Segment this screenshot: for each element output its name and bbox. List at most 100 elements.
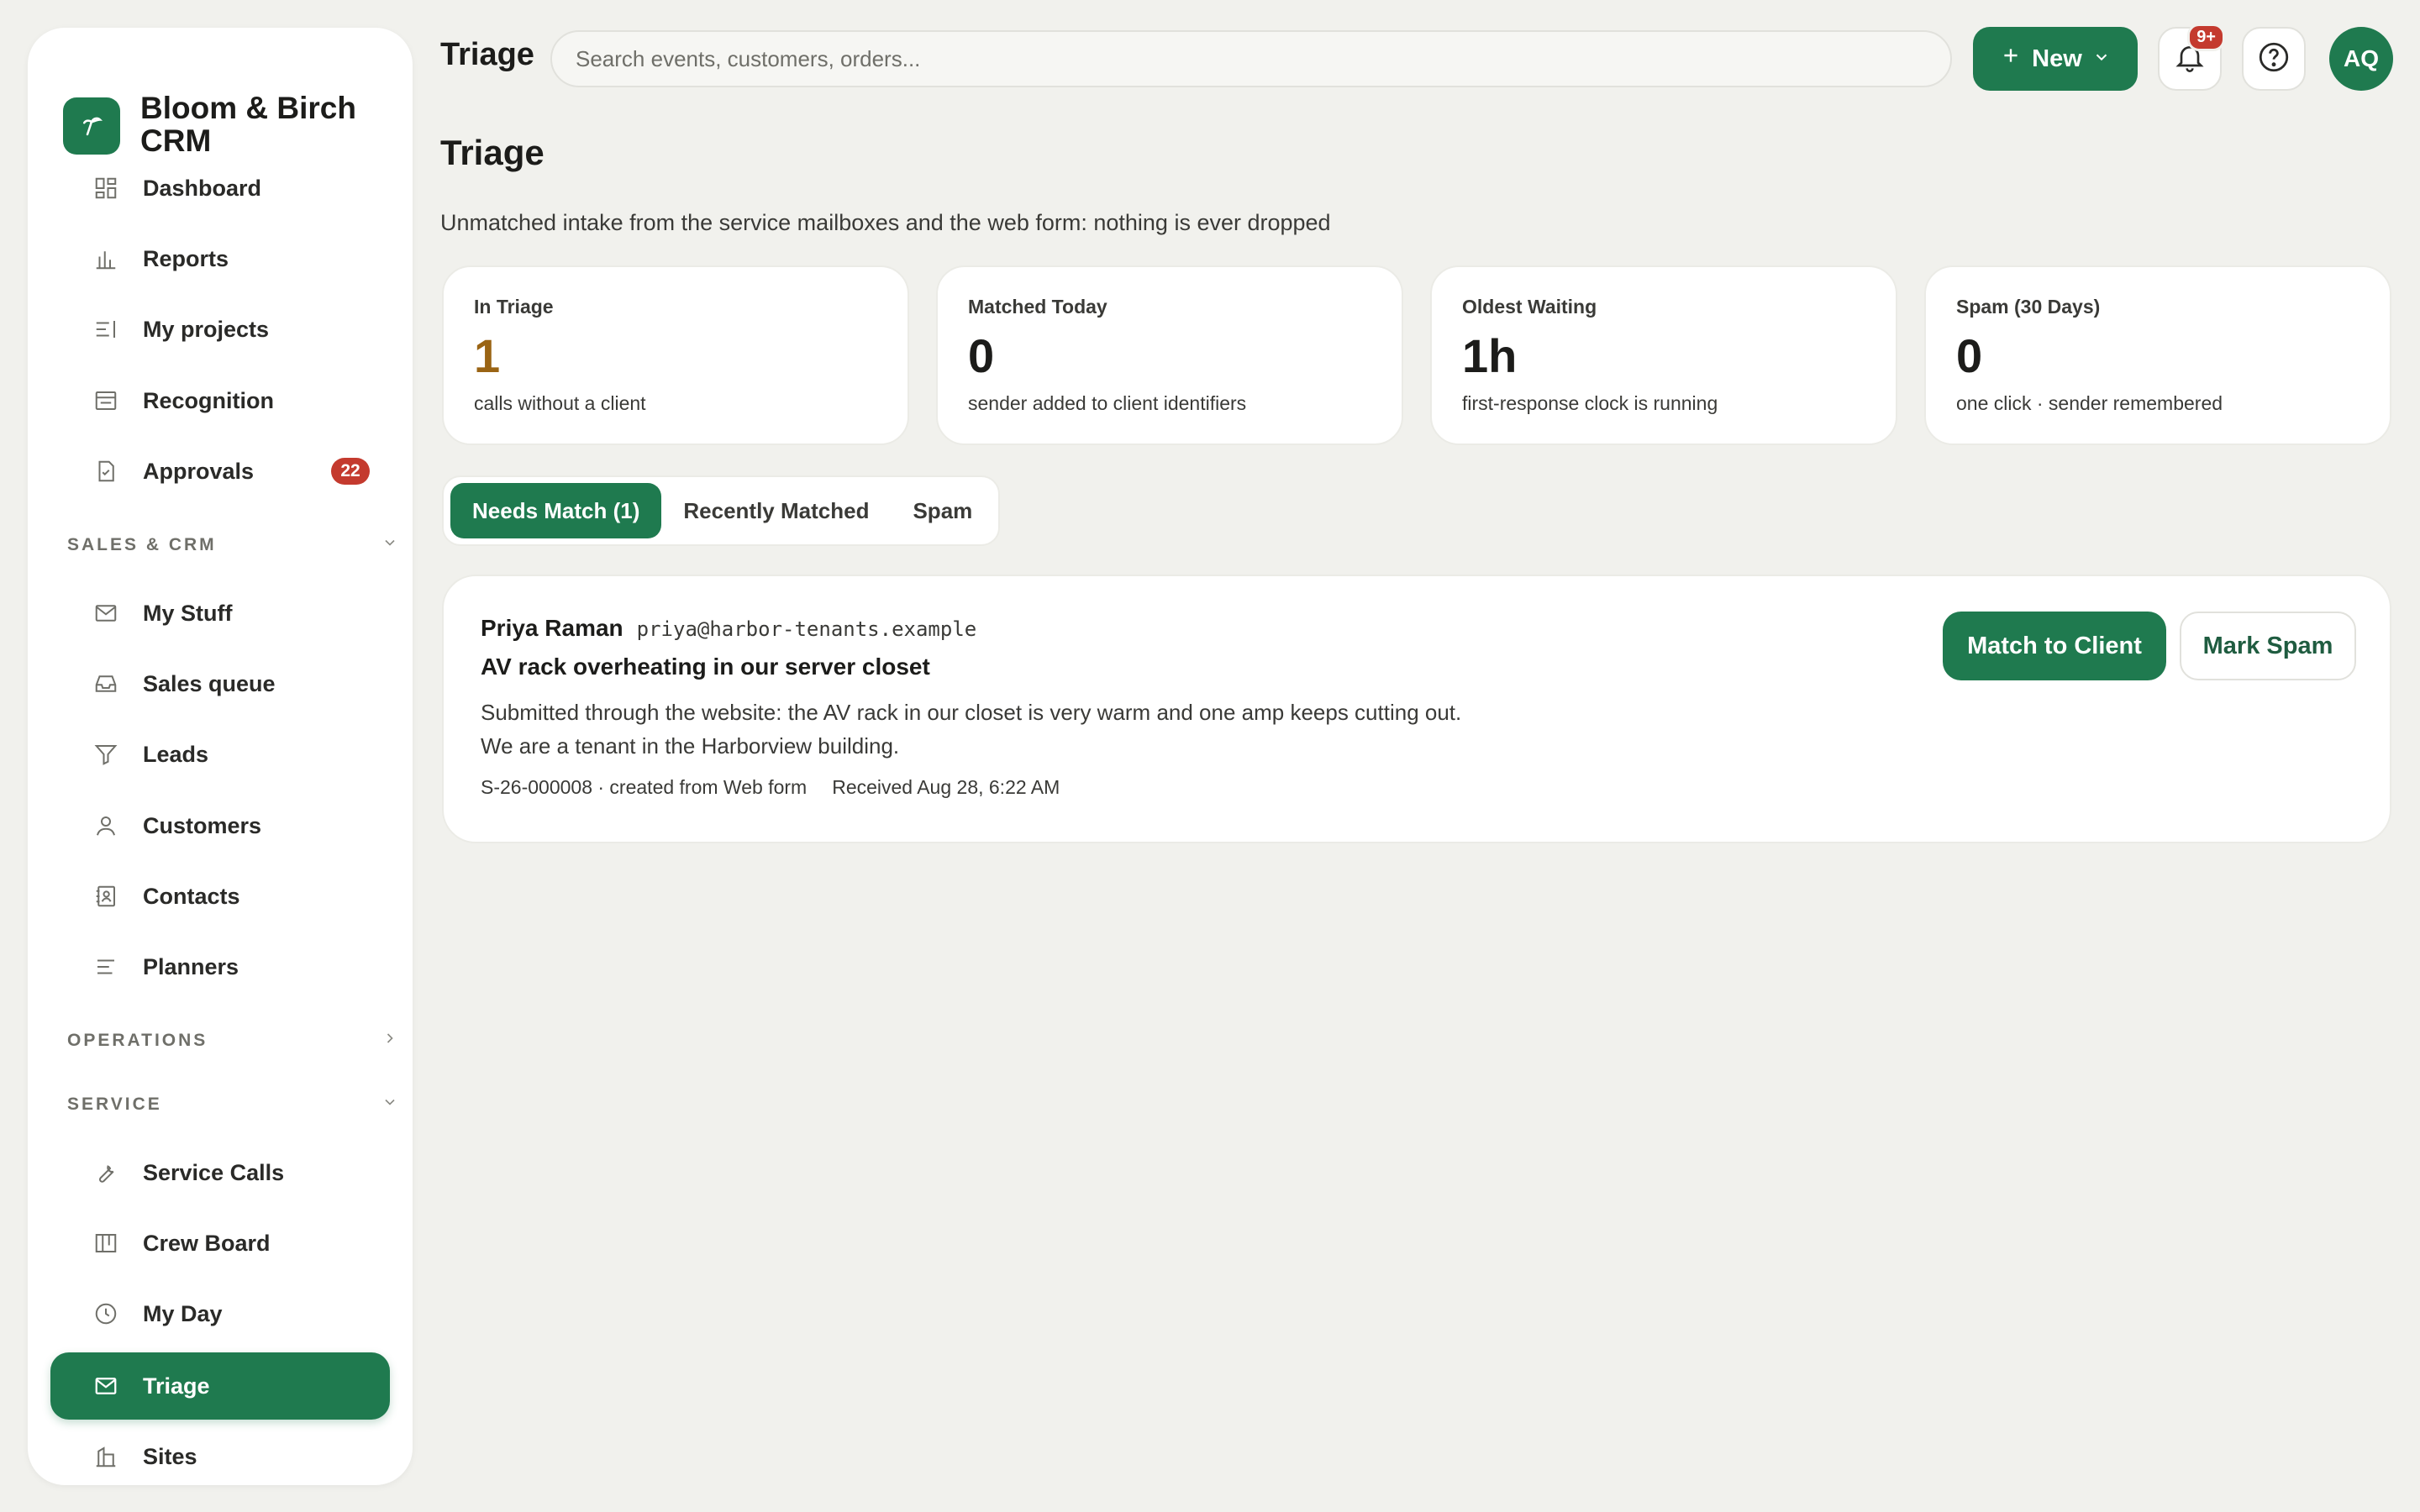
stat-label: Spam (30 Days) [1956, 296, 2101, 318]
brand-logo-icon [63, 97, 120, 155]
sender-email: priya@harbor-tenants.example [636, 617, 977, 641]
mark-spam-button[interactable]: Mark Spam [2180, 612, 2356, 680]
item-reference: S-26-000008 · created from Web form [481, 776, 808, 798]
filter-icon [92, 741, 119, 768]
item-body-line: We are a tenant in the Harborview buildi… [481, 733, 900, 759]
approvals-count-badge: 22 [331, 458, 370, 485]
tab-spam[interactable]: Spam [891, 483, 994, 538]
notifications-button[interactable]: 9+ [2158, 24, 2225, 91]
sidebar-item-planners[interactable]: Planners [50, 933, 390, 1000]
search-placeholder: Search events, customers, orders... [576, 45, 921, 71]
item-received: Received Aug 28, 6:22 AM [832, 776, 1060, 798]
sidebar: Bloom & Birch CRM Dashboard Reports My p… [28, 28, 413, 1485]
chevron-down-icon [381, 1094, 398, 1116]
sidebar-item-label: Contacts [143, 883, 240, 909]
stat-value: 1h [1462, 329, 1518, 382]
search-input[interactable]: Search events, customers, orders... [550, 30, 1952, 87]
contacts-icon [92, 883, 119, 910]
user-icon [92, 812, 119, 839]
item-meta: S-26-000008 · created from Web form Rece… [481, 776, 2353, 799]
stat-value: 0 [968, 329, 995, 382]
sidebar-item-label: Leads [143, 741, 209, 767]
triage-item-card: Priya Raman priya@harbor-tenants.example… [442, 575, 2391, 843]
sidebar-item-my-day[interactable]: My Day [50, 1280, 390, 1347]
brand[interactable]: Bloom & Birch CRM [63, 70, 392, 157]
sidebar-item-service-calls[interactable]: Service Calls [50, 1139, 390, 1206]
item-body: Submitted through the website: the AV ra… [481, 696, 2353, 763]
inbox-icon [92, 670, 119, 697]
sender-name: Priya Raman [481, 615, 623, 641]
stat-card-in-triage: In Triage 1 calls without a client [442, 265, 909, 445]
sidebar-item-approvals[interactable]: Approvals 22 [50, 438, 390, 505]
approvals-icon [92, 458, 119, 485]
mail-icon [92, 600, 119, 627]
stat-label: In Triage [474, 296, 554, 318]
stat-value: 0 [1956, 329, 1983, 382]
sidebar-item-recognition[interactable]: Recognition [50, 367, 390, 434]
sidebar-item-label: Service Calls [143, 1159, 285, 1185]
clock-icon [92, 1300, 119, 1327]
sidebar-item-triage[interactable]: Triage [50, 1352, 390, 1420]
sidebar-item-leads[interactable]: Leads [50, 721, 390, 788]
stat-note: sender added to client identifiers [968, 392, 1247, 414]
bar-chart-icon [92, 245, 119, 272]
recognition-icon [92, 387, 119, 414]
section-sales-crm[interactable]: SALES & CRM [67, 528, 398, 562]
avatar[interactable]: AQ [2329, 27, 2393, 91]
section-operations[interactable]: OPERATIONS [67, 1024, 398, 1058]
sidebar-item-label: Crew Board [143, 1230, 271, 1256]
section-label: SALES & CRM [67, 535, 217, 554]
new-button-label: New [2032, 45, 2082, 72]
header-title: Triage [440, 37, 534, 72]
stat-card-matched-today: Matched Today 0 sender added to client i… [936, 265, 1403, 445]
sidebar-item-label: Recognition [143, 387, 274, 413]
help-button[interactable] [2242, 27, 2306, 91]
sidebar-item-sites[interactable]: Sites [50, 1423, 390, 1485]
section-label: OPERATIONS [67, 1031, 208, 1050]
sidebar-item-label: My projects [143, 316, 270, 342]
triage-tabs: Needs Match (1) Recently Matched Spam [442, 475, 1000, 546]
sidebar-item-label: My Day [143, 1300, 223, 1326]
sidebar-item-label: Planners [143, 953, 239, 979]
stat-note: calls without a client [474, 392, 646, 414]
board-icon [92, 1230, 119, 1257]
projects-icon [92, 316, 119, 343]
chevron-down-icon [381, 534, 398, 556]
notification-count-badge: 9+ [2187, 24, 2225, 51]
sidebar-item-label: Reports [143, 245, 229, 271]
sidebar-item-label: Sales queue [143, 670, 276, 696]
sidebar-item-label: Customers [143, 812, 262, 838]
stat-value: 1 [474, 329, 501, 382]
sidebar-item-crew-board[interactable]: Crew Board [50, 1210, 390, 1277]
tab-needs-match[interactable]: Needs Match (1) [450, 483, 662, 538]
sidebar-item-label: Dashboard [143, 175, 262, 201]
sidebar-item-dashboard[interactable]: Dashboard [50, 155, 390, 222]
mail-icon [92, 1373, 119, 1399]
stat-label: Oldest Waiting [1462, 296, 1597, 318]
dashboard-icon [92, 175, 119, 202]
sidebar-item-customers[interactable]: Customers [50, 792, 390, 859]
help-icon [2256, 39, 2291, 79]
stat-card-spam: Spam (30 Days) 0 one click · sender reme… [1924, 265, 2391, 445]
stat-note: one click · sender remembered [1956, 392, 2223, 414]
new-button[interactable]: New [1973, 27, 2138, 91]
wrench-icon [92, 1159, 119, 1186]
match-to-client-button[interactable]: Match to Client [1943, 612, 2166, 680]
chevron-down-icon [2092, 45, 2111, 73]
sidebar-item-my-projects[interactable]: My projects [50, 296, 390, 363]
sidebar-item-contacts[interactable]: Contacts [50, 863, 390, 930]
page-title: Triage [440, 133, 544, 172]
section-label: SERVICE [67, 1095, 162, 1114]
tab-recently-matched[interactable]: Recently Matched [661, 483, 891, 538]
stat-label: Matched Today [968, 296, 1107, 318]
plus-icon [2000, 45, 2022, 73]
sidebar-item-sales-queue[interactable]: Sales queue [50, 650, 390, 717]
chevron-right-icon [381, 1030, 398, 1052]
sidebar-item-reports[interactable]: Reports [50, 225, 390, 292]
sidebar-item-label: Triage [143, 1373, 210, 1399]
item-body-line: Submitted through the website: the AV ra… [481, 700, 1462, 725]
sidebar-item-label: Approvals [143, 458, 255, 484]
sidebar-item-my-stuff[interactable]: My Stuff [50, 580, 390, 647]
page-subtitle: Unmatched intake from the service mailbo… [440, 210, 1331, 235]
section-service[interactable]: SERVICE [67, 1088, 398, 1121]
